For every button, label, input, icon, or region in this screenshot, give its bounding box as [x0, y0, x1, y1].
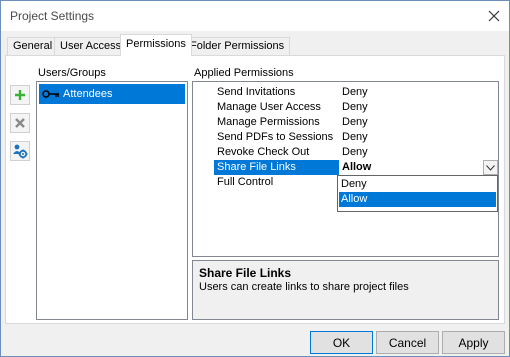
permission-value[interactable]: Deny	[342, 100, 368, 115]
tab-permissions[interactable]: Permissions	[120, 34, 192, 56]
permission-name: Manage Permissions	[217, 116, 320, 128]
permission-description-panel: Share File Links Users can create links …	[192, 260, 499, 320]
permission-name: Send PDFs to Sessions	[217, 131, 334, 143]
list-item-attendees[interactable]: Attendees	[39, 84, 185, 104]
remove-user-button[interactable]	[10, 113, 30, 133]
title-bar: Project Settings	[1, 1, 509, 31]
permission-value[interactable]: Deny	[342, 85, 368, 100]
permission-row-share-file-links[interactable]: Share File Links Allow	[193, 160, 498, 175]
description-text: Users can create links to share project …	[199, 281, 409, 293]
dropdown-option-allow[interactable]: Allow	[339, 192, 496, 207]
applied-permissions-label: Applied Permissions	[194, 67, 294, 79]
chevron-down-icon	[486, 164, 495, 171]
permission-row-manage-user-access[interactable]: Manage User Access Deny	[193, 100, 498, 115]
users-groups-list[interactable]: Attendees	[36, 81, 188, 320]
permissions-grid: Send Invitations Deny Manage User Access…	[192, 81, 499, 257]
apply-button[interactable]: Apply	[442, 331, 505, 354]
permission-value[interactable]: Deny	[342, 145, 368, 160]
key-icon	[42, 90, 59, 98]
permission-value[interactable]: Deny	[342, 115, 368, 130]
list-item-label: Attendees	[63, 88, 113, 100]
users-groups-label: Users/Groups	[38, 67, 106, 79]
add-user-button[interactable]	[10, 85, 30, 105]
permission-value-combobox[interactable]: Allow	[342, 160, 371, 175]
description-title: Share File Links	[199, 266, 292, 280]
project-settings-dialog: Project Settings General User Access Per…	[0, 0, 510, 357]
user-settings-icon	[13, 144, 28, 159]
tab-folder-permissions[interactable]: Folder Permissions	[184, 37, 291, 55]
permission-row-send-invitations[interactable]: Send Invitations Deny	[193, 85, 498, 100]
cancel-button[interactable]: Cancel	[376, 331, 439, 354]
dropdown-option-deny[interactable]: Deny	[339, 177, 496, 192]
combobox-dropdown-button[interactable]	[483, 160, 498, 175]
permission-row-send-pdfs[interactable]: Send PDFs to Sessions Deny	[193, 130, 498, 145]
permission-value-dropdown[interactable]: Deny Allow	[337, 175, 498, 212]
user-settings-button[interactable]	[10, 141, 30, 161]
permission-row-manage-permissions[interactable]: Manage Permissions Deny	[193, 115, 498, 130]
tab-user-access[interactable]: User Access	[54, 37, 128, 55]
permission-name: Full Control	[217, 176, 274, 188]
permission-name: Share File Links	[214, 160, 339, 175]
permission-row-revoke-check-out[interactable]: Revoke Check Out Deny	[193, 145, 498, 160]
remove-icon	[15, 118, 25, 128]
close-icon	[488, 10, 500, 22]
window-title: Project Settings	[10, 9, 95, 23]
permission-name: Manage User Access	[217, 101, 321, 113]
ok-button[interactable]: OK	[310, 331, 373, 354]
permission-name: Send Invitations	[217, 86, 296, 98]
permission-value[interactable]: Deny	[342, 130, 368, 145]
permission-name: Revoke Check Out	[217, 146, 310, 158]
add-icon	[15, 90, 25, 100]
close-button[interactable]	[479, 1, 509, 31]
tab-general[interactable]: General	[7, 37, 59, 55]
